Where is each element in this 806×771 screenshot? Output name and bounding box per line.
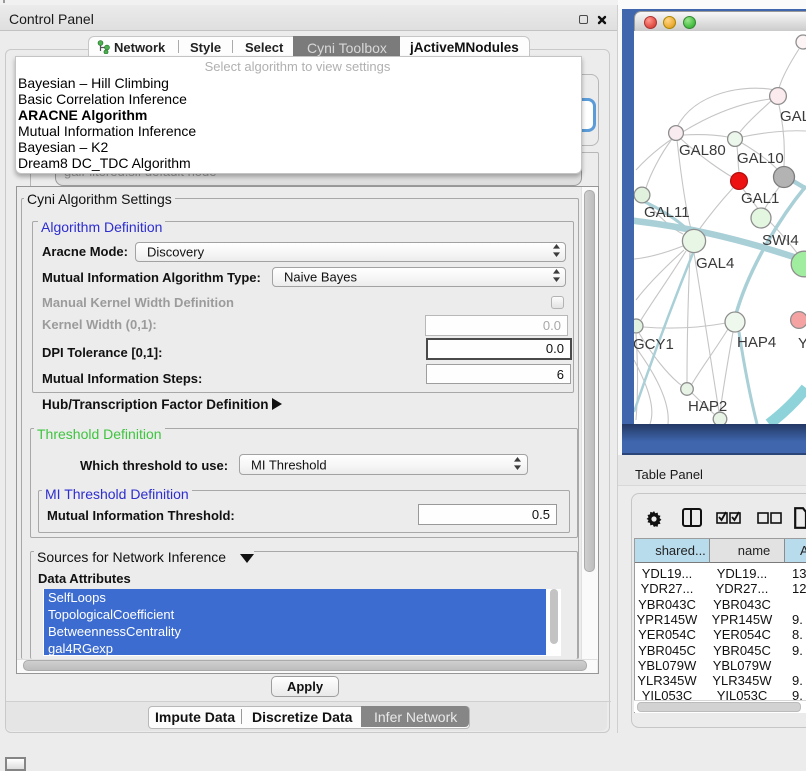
svg-text:GAL: GAL bbox=[780, 108, 806, 125]
svg-text:GAL1: GAL1 bbox=[741, 190, 779, 207]
svg-text:GAL4: GAL4 bbox=[696, 255, 734, 272]
svg-text:GAL80: GAL80 bbox=[679, 142, 726, 159]
svg-text:HAP2: HAP2 bbox=[688, 398, 727, 415]
svg-text:Y: Y bbox=[798, 335, 806, 352]
svg-text:GCY1: GCY1 bbox=[634, 336, 674, 353]
svg-text:HAP4: HAP4 bbox=[737, 334, 776, 351]
svg-text:SWI4: SWI4 bbox=[762, 232, 799, 249]
svg-text:GAL11: GAL11 bbox=[644, 204, 690, 221]
svg-text:GAL10: GAL10 bbox=[737, 150, 784, 167]
